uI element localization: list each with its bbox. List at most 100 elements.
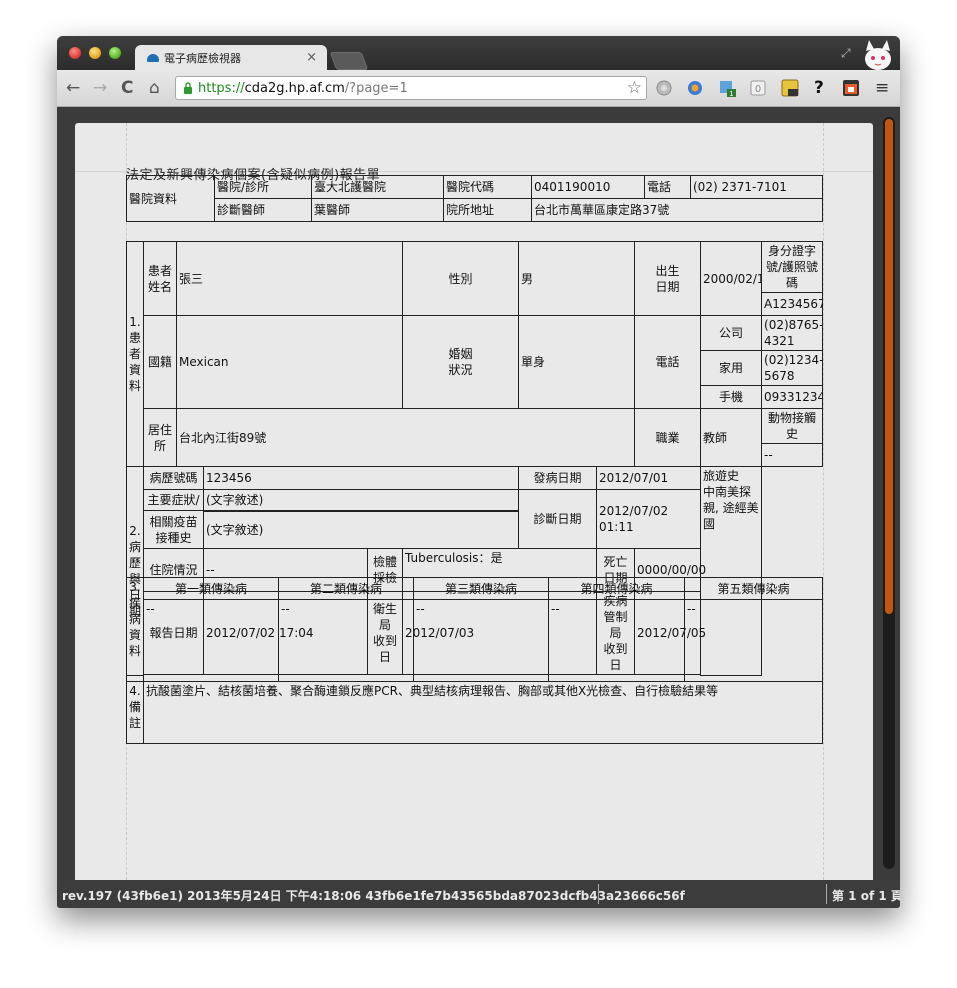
disease-class-5-header: 第五類傳染病	[684, 577, 823, 600]
sex-value: 男	[518, 241, 636, 316]
section-number: 3.	[129, 580, 141, 594]
section-char: 疾	[129, 596, 142, 610]
label-line: 日期	[655, 279, 680, 294]
patient-name-value: 張三	[175, 241, 404, 316]
fullscreen-icon[interactable]: ⤢	[841, 46, 851, 61]
status-divider	[598, 884, 599, 904]
help-button[interactable]: ?	[814, 78, 824, 98]
onset-label: 發病日期	[518, 466, 598, 490]
label-line: 出生	[655, 263, 680, 278]
id-value: A123456789	[761, 292, 823, 316]
reload-button[interactable]: C	[121, 78, 133, 98]
zoom-window-button[interactable]	[109, 47, 121, 59]
home-label: 家用	[700, 350, 763, 386]
mobile-value: 0933123456	[761, 385, 823, 409]
patient-name-label: 患者 姓名	[143, 241, 177, 316]
job-label: 職業	[634, 408, 702, 467]
hospital-phone-value: (02) 2371-7101	[690, 175, 823, 199]
birth-label: 出生 日期	[634, 241, 702, 316]
url-host: cda2g.hp.af.cm	[244, 80, 345, 96]
diagnosis-label: 診斷日期	[518, 489, 598, 549]
puzzle-extension-icon[interactable]: 1	[718, 78, 738, 98]
page-guide-right	[823, 123, 824, 880]
diagnosis-value: 2012/07/02 01:11	[596, 489, 702, 549]
scrollbar[interactable]	[883, 117, 895, 869]
tab-strip: 電子病歷檢視器 × ⤢	[57, 36, 900, 70]
disease-class-3-header: 第三類傳染病	[413, 577, 549, 600]
label-line: 居住	[147, 422, 172, 437]
status-bar: rev.197 (43fb6e1) 2013年5月24日 下午4:18:06 4…	[57, 880, 900, 908]
disease-class-1-value: --	[143, 599, 279, 682]
mobile-label: 手機	[700, 385, 763, 409]
url-path: /?page=1	[344, 80, 408, 96]
browser-window: 電子病歷檢視器 × ⤢ ← → C ⌂ https:// cda2g.hp.af…	[57, 36, 900, 908]
symptom-value: (文字敘述)	[202, 489, 520, 512]
section-char: 資	[129, 363, 142, 377]
new-tab-button[interactable]	[329, 52, 369, 70]
vaccine-value: (文字敘述)	[202, 510, 520, 549]
clinic-label: 醫院/診所	[214, 175, 312, 199]
menu-button[interactable]: ≡	[875, 78, 889, 98]
revision-info: rev.197 (43fb6e1) 2013年5月24日 下午4:18:06 4…	[62, 889, 685, 903]
label-line: 婚姻	[448, 347, 473, 361]
counter-extension-icon[interactable]: 0	[748, 78, 768, 98]
home-button[interactable]: ⌂	[149, 78, 160, 98]
bookmark-star-icon[interactable]: ☆	[627, 78, 642, 98]
hospital-section-label: 醫院資料	[126, 175, 215, 222]
office-label: 公司	[700, 315, 763, 351]
back-button[interactable]: ←	[66, 78, 80, 98]
travel-value: 中南美探親, 途經美國	[703, 485, 759, 531]
animal-label: 動物接觸史	[761, 408, 823, 444]
tab-active[interactable]: 電子病歷檢視器 ×	[135, 45, 327, 70]
symptom-label: 主要症狀/	[143, 489, 204, 511]
calendar-extension-icon[interactable]	[841, 78, 861, 98]
close-window-button[interactable]	[69, 47, 81, 59]
globe-extension-icon[interactable]	[654, 78, 674, 98]
remarks-section-label: 4. 備 註	[126, 681, 144, 744]
nationality-label: 國籍	[143, 315, 177, 409]
nationality-value: Mexican	[175, 315, 404, 409]
hospital-phone-label: 電話	[644, 175, 691, 199]
address-value: 台北市萬華區康定路37號	[531, 198, 823, 222]
scrollbar-thumb[interactable]	[885, 119, 893, 614]
label-line: 檢體	[373, 555, 398, 569]
doctor-label: 診斷醫師	[214, 198, 312, 222]
section-char: 資	[129, 628, 142, 642]
label-line: 相關疫苗	[149, 514, 198, 529]
disease-class-3-value: --	[413, 599, 549, 682]
disease-class-5-value: --	[684, 599, 823, 682]
section-char: 料	[129, 644, 142, 658]
section-char: 備	[129, 700, 142, 714]
id-label: 身分證字號/護照號碼	[761, 241, 823, 293]
profile-avatar-icon[interactable]	[860, 39, 896, 70]
disease-class-4-value: --	[548, 599, 685, 682]
document-page: 法定及新興傳染病個案(含疑似病例)報告單 醫院資料 醫院/診所 臺大北護醫院 醫…	[75, 123, 873, 880]
color-picker-extension-icon[interactable]	[685, 78, 705, 98]
patient-section-label: 1. 患 者 資 料	[126, 241, 144, 467]
section-char: 病	[129, 612, 142, 626]
page-indicator: 第 1 of 1 頁	[832, 889, 900, 903]
label-line: 接種史	[155, 530, 192, 545]
label-line: 患者	[147, 263, 172, 278]
doctor-value: 葉醫師	[311, 198, 444, 222]
disease-section-label: 3. 疾 病 資 料	[126, 577, 144, 682]
hospital-code-label: 醫院代碼	[443, 175, 532, 199]
onset-value: 2012/07/01	[596, 466, 702, 490]
address-label: 院所地址	[443, 198, 532, 222]
clinic-value: 臺大北護醫院	[311, 175, 444, 199]
url-scheme: https://	[198, 80, 245, 96]
office-value: (02)8765-4321	[761, 315, 823, 351]
vaccine-label: 相關疫苗 接種史	[143, 510, 204, 549]
residence-label: 居住所	[143, 408, 177, 467]
tab-close-icon[interactable]: ×	[306, 50, 317, 65]
section-char: 者	[129, 347, 142, 361]
section-char: 病	[129, 540, 142, 554]
minimize-window-button[interactable]	[89, 47, 101, 59]
section-char: 註	[129, 716, 142, 730]
key-extension-icon[interactable]	[780, 78, 800, 98]
section-number: 1.	[129, 315, 141, 329]
address-bar[interactable]: https:// cda2g.hp.af.cm /?page=1 ☆	[175, 76, 647, 100]
forward-button[interactable]: →	[93, 78, 107, 98]
birth-value: 2000/02/11	[700, 241, 763, 316]
marital-label: 婚姻 狀況	[402, 315, 520, 409]
